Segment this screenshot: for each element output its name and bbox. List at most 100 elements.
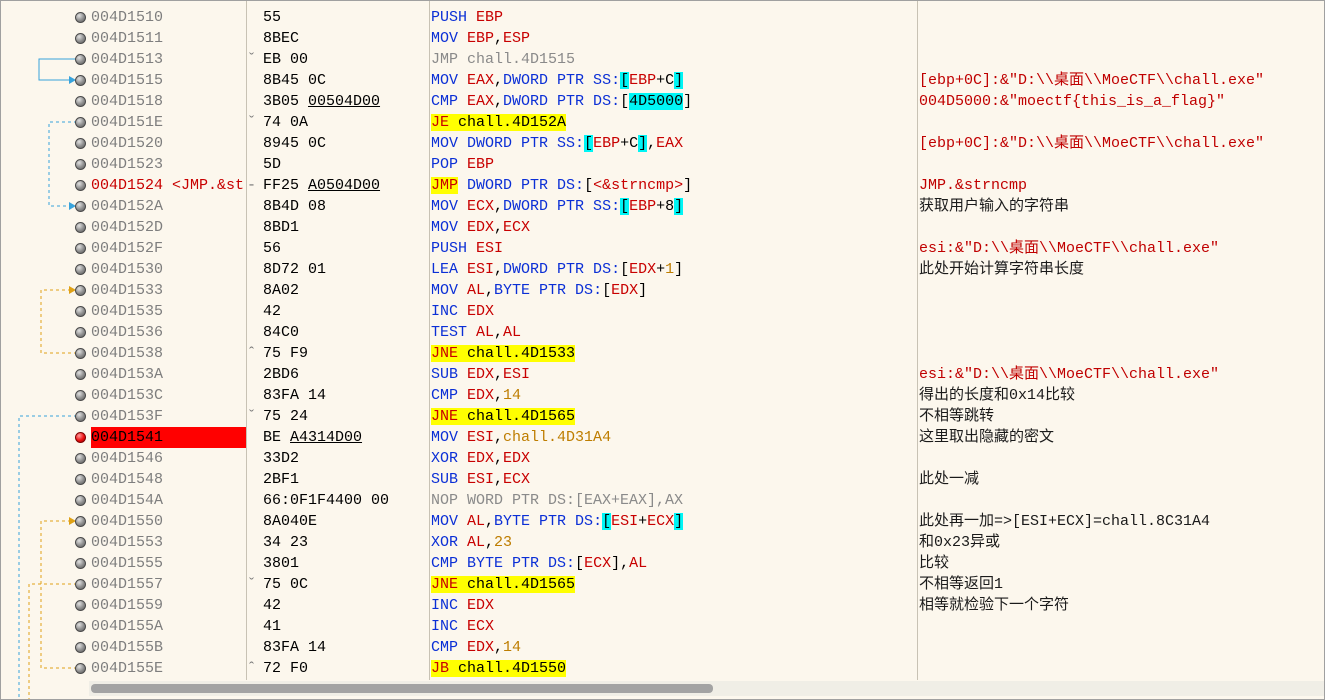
bytes-cell[interactable]: 83FA 14 (247, 637, 429, 658)
disasm-row[interactable]: 004D152D8BD1MOV EDX,ECX (1, 217, 1325, 238)
breakpoint-dot[interactable] (75, 54, 86, 65)
bytes-cell[interactable]: 8BD1 (247, 217, 429, 238)
comment-cell[interactable] (919, 637, 1324, 658)
scrollbar-thumb[interactable] (91, 684, 713, 693)
breakpoint-dot[interactable] (75, 474, 86, 485)
bytes-cell[interactable]: ˇ74 0A (247, 112, 429, 133)
disasm-row[interactable]: 004D15235DPOP EBP (1, 154, 1325, 175)
address-cell[interactable]: 004D1555 (91, 553, 246, 574)
instruction-cell[interactable]: MOV DWORD PTR SS:[EBP+C],EAX (431, 133, 917, 154)
breakpoint-dot[interactable] (75, 621, 86, 632)
address-cell[interactable]: 004D155E (91, 658, 246, 679)
comment-cell[interactable]: 不相等返回1 (919, 574, 1324, 595)
comment-cell[interactable]: 此处开始计算字符串长度 (919, 259, 1324, 280)
disasm-row[interactable]: 004D153A2BD6SUB EDX,ESIesi:&"D:\\桌面\\Moe… (1, 364, 1325, 385)
instruction-cell[interactable]: JB chall.4D1550 (431, 658, 917, 679)
disasm-row[interactable]: 004D154A66:0F1F4400 00NOP WORD PTR DS:[E… (1, 490, 1325, 511)
breakpoint-dot[interactable] (75, 663, 86, 674)
instruction-cell[interactable]: JNE chall.4D1565 (431, 406, 917, 427)
comment-cell[interactable]: 这里取出隐藏的密文 (919, 427, 1324, 448)
instruction-cell[interactable]: INC EDX (431, 595, 917, 616)
address-cell[interactable]: 004D1557 (91, 574, 246, 595)
bytes-cell[interactable]: 3B05 00504D00 (247, 91, 429, 112)
disasm-row[interactable]: 004D15482BF1SUB ESI,ECX此处一减 (1, 469, 1325, 490)
instruction-cell[interactable]: JNE chall.4D1565 (431, 574, 917, 595)
address-cell[interactable]: 004D153A (91, 364, 246, 385)
disasm-row[interactable]: 004D15118BECMOV EBP,ESP (1, 28, 1325, 49)
address-cell[interactable]: 004D1513 (91, 49, 246, 70)
disasm-row[interactable]: 004D15553801CMP BYTE PTR DS:[ECX],AL比较 (1, 553, 1325, 574)
instruction-cell[interactable]: SUB EDX,ESI (431, 364, 917, 385)
comment-cell[interactable]: 和0x23异或 (919, 532, 1324, 553)
bytes-cell[interactable]: 55 (247, 7, 429, 28)
address-cell[interactable]: 004D152D (91, 217, 246, 238)
comment-cell[interactable] (919, 616, 1324, 637)
breakpoint-dot[interactable] (75, 264, 86, 275)
bytes-cell[interactable]: 8BEC (247, 28, 429, 49)
disasm-row[interactable]: 004D155B83FA 14CMP EDX,14 (1, 637, 1325, 658)
disasm-row[interactable]: 004D153684C0TEST AL,AL (1, 322, 1325, 343)
address-cell[interactable]: 004D1548 (91, 469, 246, 490)
horizontal-scrollbar[interactable] (89, 681, 1324, 696)
instruction-cell[interactable]: MOV EDX,ECX (431, 217, 917, 238)
comment-cell[interactable] (919, 343, 1324, 364)
breakpoint-dot[interactable] (75, 537, 86, 548)
bytes-cell[interactable]: 8B4D 08 (247, 196, 429, 217)
address-cell[interactable]: 004D153C (91, 385, 246, 406)
breakpoint-dot[interactable] (75, 411, 86, 422)
address-cell[interactable]: 004D155A (91, 616, 246, 637)
address-cell[interactable]: 004D1533 (91, 280, 246, 301)
comment-cell[interactable]: 004D5000:&"moectf{this_is_a_flag}" (919, 91, 1324, 112)
disasm-row[interactable]: 004D153Fˇ75 24JNE chall.4D1565不相等跳转 (1, 406, 1325, 427)
comment-cell[interactable] (919, 28, 1324, 49)
comment-cell[interactable] (919, 658, 1324, 679)
instruction-cell[interactable]: CMP BYTE PTR DS:[ECX],AL (431, 553, 917, 574)
address-cell[interactable]: 004D151E (91, 112, 246, 133)
disasm-row[interactable]: 004D152F56PUSH ESIesi:&"D:\\桌面\\MoeCTF\\… (1, 238, 1325, 259)
address-cell[interactable]: 004D1510 (91, 7, 246, 28)
bytes-cell[interactable]: -FF25 A0504D00 (247, 175, 429, 196)
disasm-row[interactable]: 004D15508A040EMOV AL,BYTE PTR DS:[ESI+EC… (1, 511, 1325, 532)
instruction-cell[interactable]: SUB ESI,ECX (431, 469, 917, 490)
breakpoint-dot[interactable] (75, 369, 86, 380)
breakpoint-dot[interactable] (75, 33, 86, 44)
bytes-cell[interactable]: 42 (247, 301, 429, 322)
address-cell[interactable]: 004D153F (91, 406, 246, 427)
bytes-cell[interactable]: 8A02 (247, 280, 429, 301)
comment-cell[interactable]: 相等就检验下一个字符 (919, 595, 1324, 616)
bytes-cell[interactable]: 8D72 01 (247, 259, 429, 280)
bytes-cell[interactable]: 83FA 14 (247, 385, 429, 406)
comment-cell[interactable] (919, 112, 1324, 133)
disasm-row[interactable]: 004D15158B45 0CMOV EAX,DWORD PTR SS:[EBP… (1, 70, 1325, 91)
address-cell[interactable]: 004D1518 (91, 91, 246, 112)
breakpoint-dot[interactable] (75, 558, 86, 569)
instruction-cell[interactable]: JMP chall.4D1515 (431, 49, 917, 70)
bytes-cell[interactable]: 3801 (247, 553, 429, 574)
bytes-cell[interactable]: 41 (247, 616, 429, 637)
disasm-row[interactable]: 004D1513ˇEB 00JMP chall.4D1515 (1, 49, 1325, 70)
instruction-cell[interactable]: PUSH EBP (431, 7, 917, 28)
breakpoint-dot[interactable] (75, 432, 86, 443)
instruction-cell[interactable]: MOV AL,BYTE PTR DS:[ESI+ECX] (431, 511, 917, 532)
comment-cell[interactable]: 获取用户输入的字符串 (919, 196, 1324, 217)
bytes-cell[interactable]: ˇ75 24 (247, 406, 429, 427)
breakpoint-dot[interactable] (75, 222, 86, 233)
breakpoint-dot[interactable] (75, 96, 86, 107)
comment-cell[interactable]: JMP.&strncmp (919, 175, 1324, 196)
disasm-row[interactable]: 004D151Eˇ74 0AJE chall.4D152A (1, 112, 1325, 133)
comment-cell[interactable]: [ebp+0C]:&"D:\\桌面\\MoeCTF\\chall.exe" (919, 133, 1324, 154)
address-cell[interactable]: 004D1535 (91, 301, 246, 322)
bytes-cell[interactable]: 33D2 (247, 448, 429, 469)
comment-cell[interactable]: esi:&"D:\\桌面\\MoeCTF\\chall.exe" (919, 238, 1324, 259)
comment-cell[interactable]: 此处再一加=>[ESI+ECX]=chall.8C31A4 (919, 511, 1324, 532)
breakpoint-dot[interactable] (75, 201, 86, 212)
breakpoint-dot[interactable] (75, 600, 86, 611)
comment-cell[interactable] (919, 490, 1324, 511)
breakpoint-dot[interactable] (75, 159, 86, 170)
instruction-cell[interactable]: INC ECX (431, 616, 917, 637)
bytes-cell[interactable]: 5D (247, 154, 429, 175)
disasm-row[interactable]: 004D153542INC EDX (1, 301, 1325, 322)
comment-cell[interactable]: 得出的长度和0x14比较 (919, 385, 1324, 406)
disasm-row[interactable]: 004D153C83FA 14CMP EDX,14得出的长度和0x14比较 (1, 385, 1325, 406)
bytes-cell[interactable]: 56 (247, 238, 429, 259)
